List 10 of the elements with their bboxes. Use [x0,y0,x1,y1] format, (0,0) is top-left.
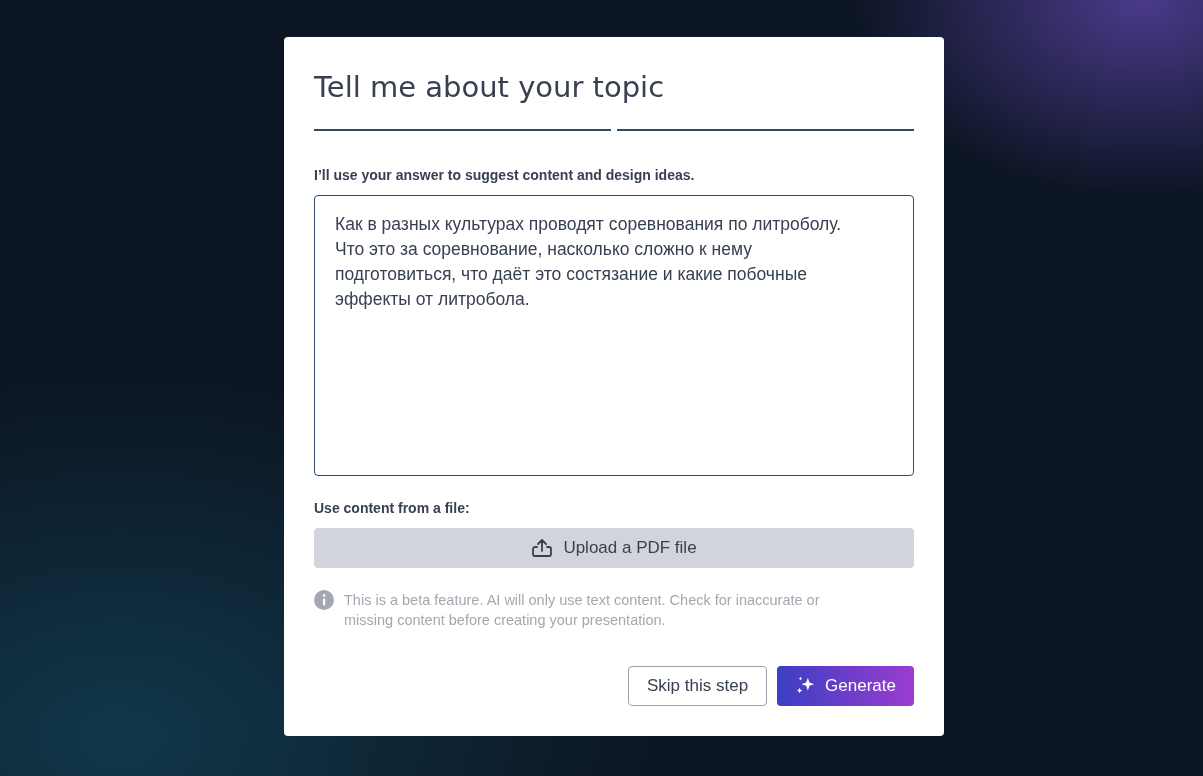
topic-field[interactable]: Как в разных культурах проводят соревнования по литроболу. Что это за соревнование, насколько сложно к нему подготовиться, что даёт это состязание и какие побочные эффекты от литробола. [314,195,914,476]
upload-icon [531,538,554,558]
generate-button[interactable]: Generate [777,666,914,706]
prompt-label: I’ll use your answer to suggest content and design ideas. [314,167,696,183]
info-icon [314,590,334,610]
beta-note: This is a beta feature. AI will only use text content. Check for inaccurate or missing content before creating your presentation. [344,591,821,630]
skip-button[interactable]: Skip this step [628,666,768,706]
upload-button[interactable]: Upload a PDF file [314,528,914,568]
dialog-title: Tell me about your topic [314,69,666,106]
file-label: Use content from a file: [314,500,471,516]
